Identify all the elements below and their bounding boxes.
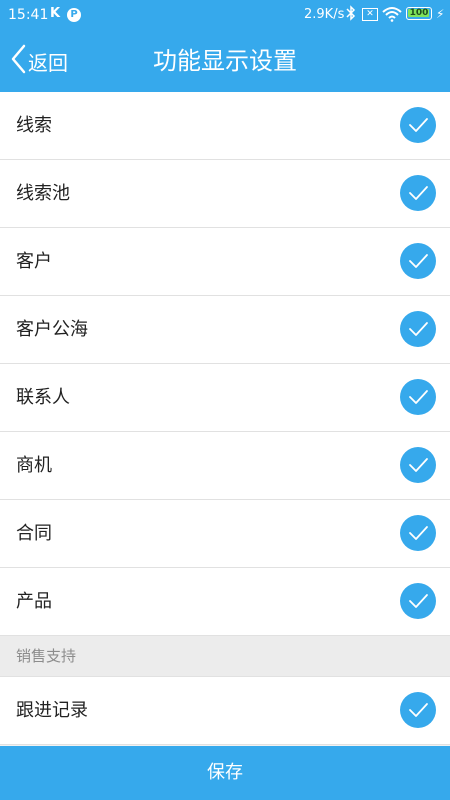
list-item-label: 跟进记录	[16, 700, 88, 721]
check-icon[interactable]	[400, 379, 436, 415]
section-label: 销售支持	[16, 647, 77, 665]
list-item[interactable]: 客户公海	[0, 296, 450, 364]
list-item-label: 客户	[16, 251, 52, 272]
list-item-label: 线索池	[16, 183, 70, 204]
list-item-label: 商机	[16, 455, 52, 476]
save-button[interactable]: 保存	[0, 746, 450, 800]
back-button[interactable]: 返回	[10, 43, 68, 79]
chevron-left-icon	[10, 44, 26, 78]
back-label: 返回	[28, 50, 68, 75]
list-item-label: 合同	[16, 523, 52, 544]
check-icon[interactable]	[400, 583, 436, 619]
list-item[interactable]: 联系人	[0, 364, 450, 432]
check-icon[interactable]	[400, 107, 436, 143]
list-item[interactable]: 客户	[0, 228, 450, 296]
bluetooth-icon	[346, 5, 356, 25]
status-time: 15:41	[8, 7, 49, 23]
check-icon[interactable]	[400, 447, 436, 483]
nav-bar: 返回 功能显示设置	[0, 30, 450, 92]
feature-list: 线索 线索池 客户 客户公海 联系人 商机 合同 产品 销售支持 跟进记录	[0, 92, 450, 745]
list-item[interactable]: 产品	[0, 568, 450, 636]
battery-level: 100	[409, 8, 429, 18]
check-icon[interactable]	[400, 692, 436, 728]
list-item[interactable]: 线索池	[0, 160, 450, 228]
status-bar: 15:41 K P 2.9K/s ✕ 100 ⚡	[0, 0, 450, 30]
list-item-label: 客户公海	[16, 319, 88, 340]
list-item[interactable]: 商机	[0, 432, 450, 500]
battery-icon: 100	[406, 7, 432, 20]
network-speed: 2.9K/s	[304, 7, 345, 22]
app-p-icon: P	[67, 8, 81, 22]
section-header: 销售支持	[0, 636, 450, 677]
no-sim-icon: ✕	[362, 8, 378, 21]
check-icon[interactable]	[400, 311, 436, 347]
list-item[interactable]: 线索	[0, 92, 450, 160]
list-item[interactable]: 合同	[0, 500, 450, 568]
list-item-label: 线索	[16, 115, 52, 136]
charging-icon: ⚡	[436, 7, 445, 21]
wifi-icon	[382, 6, 402, 26]
list-item-label: 产品	[16, 591, 52, 612]
check-icon[interactable]	[400, 515, 436, 551]
check-icon[interactable]	[400, 175, 436, 211]
app-k-icon: K	[50, 6, 61, 21]
list-item-label: 联系人	[16, 387, 70, 408]
check-icon[interactable]	[400, 243, 436, 279]
list-item[interactable]: 跟进记录	[0, 677, 450, 745]
top-bar: 15:41 K P 2.9K/s ✕ 100 ⚡ 返回 功能显示设置	[0, 0, 450, 92]
